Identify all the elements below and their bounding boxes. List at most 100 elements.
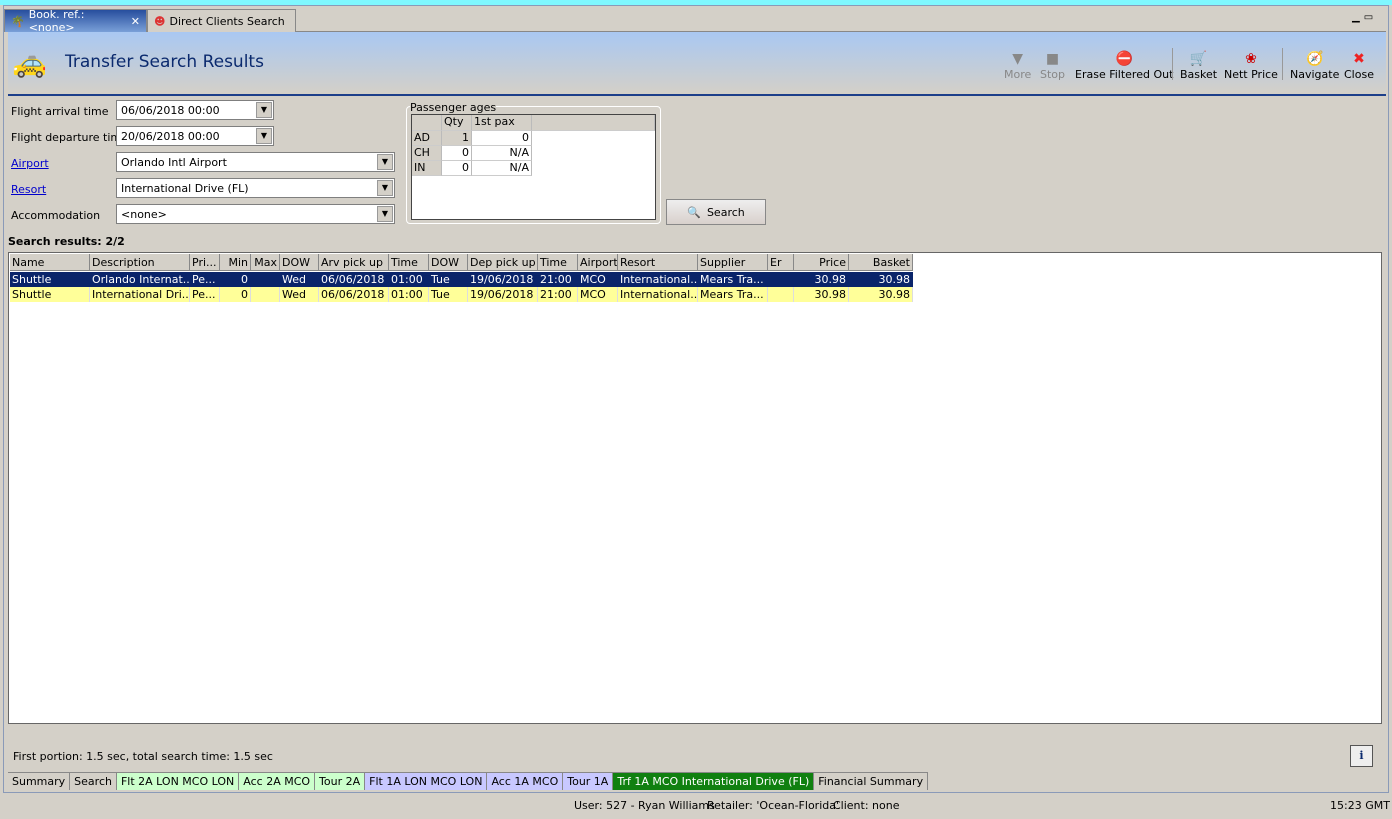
column-header[interactable]: Time <box>538 254 578 271</box>
tab-direct-clients-search[interactable]: ☻ Direct Clients Search <box>147 9 296 32</box>
table-cell: International... <box>618 287 698 302</box>
status-bar: User: 527 - Ryan Williams Retailer: 'Oce… <box>0 796 1392 816</box>
arrival-time-field[interactable]: 06/06/2018 00:00 ▼ <box>116 100 274 120</box>
bottom-tab[interactable]: Flt 1A LON MCO LON <box>365 772 488 790</box>
table-cell: Mears Tra... <box>698 272 768 287</box>
column-header[interactable]: Max <box>251 254 280 271</box>
bottom-tab[interactable]: Financial Summary <box>814 772 929 790</box>
search-time-status: First portion: 1.5 sec, total search tim… <box>13 750 273 763</box>
results-count: Search results: 2/2 <box>8 235 125 248</box>
tab-label: Direct Clients Search <box>169 14 285 28</box>
info-button[interactable]: i <box>1350 745 1373 767</box>
passenger-ages-title: Passenger ages <box>410 101 497 114</box>
table-cell <box>251 272 280 287</box>
age-cell[interactable]: N/A <box>472 146 532 161</box>
table-cell: 19/06/2018 <box>468 272 538 287</box>
airport-link[interactable]: Airport <box>11 157 49 170</box>
table-cell: MCO <box>578 272 618 287</box>
erase-filtered-out-button[interactable]: ⛔ Erase Filtered Out <box>1075 50 1173 81</box>
nett-price-button[interactable]: ❀ Nett Price <box>1224 50 1278 81</box>
table-cell: 01:00 <box>389 272 429 287</box>
nett-price-icon: ❀ <box>1245 51 1257 67</box>
departure-label: Flight departure time <box>11 131 128 144</box>
chevron-down-icon[interactable]: ▼ <box>256 128 272 144</box>
table-cell: 30.98 <box>794 287 849 302</box>
accommodation-select[interactable]: <none> ▼ <box>116 204 395 224</box>
label: Stop <box>1040 68 1066 81</box>
label: Basket <box>1180 68 1218 81</box>
column-header[interactable]: Supplier <box>698 254 768 271</box>
table-cell: 30.98 <box>794 272 849 287</box>
bottom-tab[interactable]: Trf 1A MCO International Drive (FL) <box>613 772 815 790</box>
basket-button[interactable]: 🛒 Basket <box>1180 50 1217 81</box>
passenger-ages-grid[interactable]: Qty 1st pax AD 1 0 CH 0 N/A IN 0 N/A <box>411 114 656 220</box>
qty-cell[interactable]: 0 <box>442 146 472 161</box>
column-header[interactable]: DOW <box>280 254 319 271</box>
tab-booking[interactable]: 🌴 Book. ref.: <none> ✕ <box>4 8 147 34</box>
chevron-down-icon[interactable]: ▼ <box>256 102 272 118</box>
table-cell: Tue <box>429 287 468 302</box>
bottom-tab[interactable]: Acc 2A MCO <box>239 772 316 790</box>
more-button[interactable]: ▼ More <box>1004 50 1031 81</box>
close-button[interactable]: ✖ Close <box>1344 50 1374 81</box>
chevron-down-icon[interactable]: ▼ <box>377 154 393 170</box>
table-header[interactable]: Name Description Pri... Min Max DOW Arv pick u… <box>10 254 1382 271</box>
chevron-down-icon[interactable]: ▼ <box>377 180 393 196</box>
column-header[interactable]: Resort <box>618 254 698 271</box>
column-header[interactable]: DOW <box>429 254 468 271</box>
qty-cell[interactable]: 0 <box>442 161 472 176</box>
stop-button[interactable]: ■ Stop <box>1040 50 1065 81</box>
navigate-button[interactable]: 🧭 Navigate <box>1290 50 1339 81</box>
column-header[interactable]: Er <box>768 254 794 271</box>
age-cell[interactable]: N/A <box>472 161 532 176</box>
value: 20/06/2018 00:00 <box>121 129 220 143</box>
bottom-tab[interactable]: Summary <box>8 772 71 790</box>
column-header[interactable]: Description <box>90 254 190 271</box>
resort-link[interactable]: Resort <box>11 183 46 196</box>
page-title: Transfer Search Results <box>65 52 264 72</box>
search-button[interactable]: 🔍 Search <box>666 199 766 225</box>
column-header[interactable]: Dep pick up <box>468 254 538 271</box>
column-header[interactable]: Airport <box>578 254 618 271</box>
user-label: User: 527 - Ryan Williams <box>574 799 715 812</box>
airport-select[interactable]: Orlando Intl Airport ▼ <box>116 152 395 172</box>
age-cell[interactable]: 0 <box>472 131 532 146</box>
departure-time-field[interactable]: 20/06/2018 00:00 ▼ <box>116 126 274 146</box>
table-cell: Mears Tra... <box>698 287 768 302</box>
table-cell: Pe... <box>190 287 220 302</box>
column-header[interactable]: Arv pick up <box>319 254 389 271</box>
column-header[interactable]: Time <box>389 254 429 271</box>
table-cell <box>251 287 280 302</box>
arrival-label: Flight arrival time <box>11 105 109 118</box>
column-header[interactable]: Price <box>794 254 849 271</box>
results-table[interactable]: Name Description Pri... Min Max DOW Arv pick u… <box>8 252 1382 724</box>
erase-icon: ⛔ <box>1115 51 1133 67</box>
column-header: 1st pax <box>472 115 532 131</box>
bottom-tab[interactable]: Acc 1A MCO <box>487 772 564 790</box>
divider <box>1282 48 1283 80</box>
label: Search <box>706 205 745 219</box>
value: International Drive (FL) <box>121 181 249 195</box>
row-header: AD <box>412 131 442 146</box>
basket-icon: 🛒 <box>1189 51 1208 67</box>
bottom-tab[interactable]: Flt 2A LON MCO LON <box>116 772 240 790</box>
column-header[interactable]: Name <box>10 254 90 271</box>
qty-cell[interactable]: 1 <box>442 131 472 146</box>
bottom-tab[interactable]: Search <box>70 772 117 790</box>
bottom-tab[interactable]: Tour 1A <box>563 772 614 790</box>
bottom-tabs: Summary Search Flt 2A LON MCO LON Acc 2A MC… <box>8 772 929 790</box>
chevron-down-icon[interactable]: ▼ <box>377 206 393 222</box>
column-header[interactable]: Pri... <box>190 254 220 271</box>
column-header[interactable]: Basket <box>849 254 913 271</box>
table-row[interactable]: Shuttle Orlando Internat... Pe... 0 Wed 06/06… <box>10 272 1382 287</box>
value: Orlando Intl Airport <box>121 155 227 169</box>
close-tab-icon[interactable]: ✕ <box>131 15 140 28</box>
stop-icon: ■ <box>1045 51 1060 67</box>
label: Navigate <box>1290 68 1340 81</box>
bottom-tab[interactable]: Tour 2A <box>315 772 366 790</box>
column-header[interactable]: Min <box>220 254 251 271</box>
row-header: IN <box>412 161 442 176</box>
resort-select[interactable]: International Drive (FL) ▼ <box>116 178 395 198</box>
table-row[interactable]: Shuttle International Dri... Pe... 0 Wed 06/0… <box>10 287 1382 302</box>
window-controls[interactable]: ▁▭ <box>1352 12 1377 23</box>
